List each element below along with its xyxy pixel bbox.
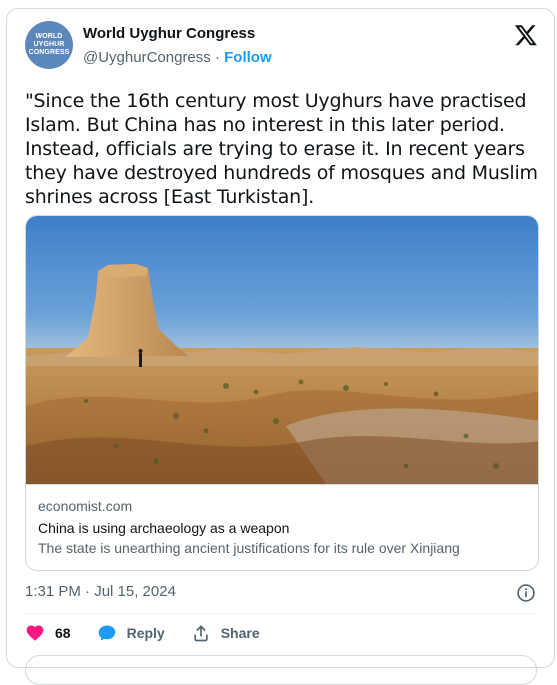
author-handle-row: @UyghurCongress · Follow	[83, 49, 272, 66]
divider	[25, 613, 537, 614]
link-title: China is using archaeology as a weapon	[38, 520, 290, 536]
author-handle[interactable]: @UyghurCongress	[83, 49, 211, 66]
reply-button[interactable]: Reply	[97, 623, 165, 643]
link-preview-image	[26, 216, 538, 484]
avatar-text-line-2: UYGHUR	[33, 41, 65, 48]
avatar-text-line-1: WORLD	[35, 33, 63, 40]
link-domain: economist.com	[38, 498, 133, 514]
like-count: 68	[55, 625, 71, 641]
reply-bubble-icon	[98, 625, 115, 641]
tweet-text: "Since the 16th century most Uyghurs hav…	[25, 90, 538, 208]
heart-icon	[26, 625, 44, 641]
avatar[interactable]: WORLD UYGHUR CONGRESS	[25, 21, 73, 69]
share-icon	[194, 625, 208, 642]
link-description: The state is unearthing ancient justific…	[38, 540, 460, 556]
handle-separator: ·	[214, 49, 220, 66]
tweet-card: WORLD UYGHUR CONGRESS World Uyghur Congr…	[6, 8, 555, 685]
read-replies-button[interactable]	[25, 655, 537, 685]
author-name[interactable]: World Uyghur Congress	[83, 25, 255, 42]
share-button[interactable]: Share	[191, 623, 260, 643]
reply-label: Reply	[126, 625, 165, 641]
info-icon[interactable]	[516, 583, 536, 603]
tweet-timestamp[interactable]: 1:31 PM · Jul 15, 2024	[25, 583, 176, 600]
share-label: Share	[220, 625, 260, 641]
x-logo-icon[interactable]	[514, 23, 538, 47]
action-bar: 68 Reply Share	[25, 623, 286, 643]
avatar-text-line-3: CONGRESS	[28, 49, 70, 56]
like-button[interactable]: 68	[25, 623, 71, 643]
follow-button[interactable]: Follow	[224, 49, 272, 66]
link-meta: economist.com China is using archaeology…	[26, 484, 538, 558]
link-preview-card[interactable]: economist.com China is using archaeology…	[25, 215, 539, 571]
